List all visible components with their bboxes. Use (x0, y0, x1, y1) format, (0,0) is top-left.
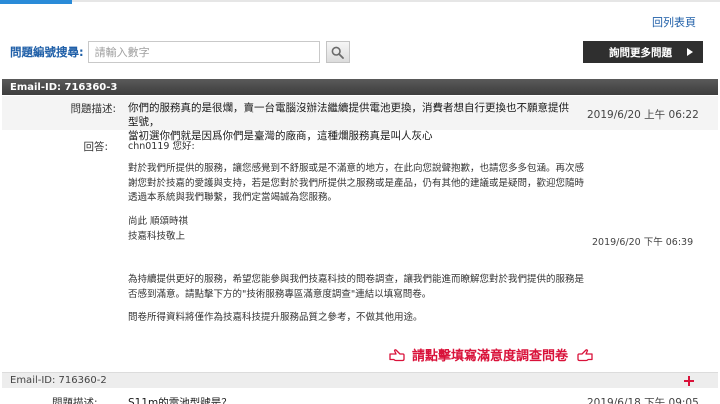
search-button[interactable] (325, 41, 350, 63)
search-label: 問題編號搜尋: (10, 45, 84, 59)
email-id-label: Email-ID: 716360-2 (10, 375, 107, 386)
survey-link[interactable]: 請點擊填寫滿意度調查問卷 (388, 345, 594, 364)
survey-link-label: 請點擊填寫滿意度調查問卷 (412, 349, 569, 364)
question-label: 問題描述: (70, 103, 116, 115)
expand-plus-icon[interactable] (684, 376, 694, 386)
survey-line: 否感到滿意。請點擊下方的"技術服務專區滿意度調查"連結以填寫問卷。 (128, 288, 432, 300)
ask-more-button[interactable]: 詢問更多問題 (583, 41, 703, 63)
answer-label: 回答: (83, 141, 108, 153)
search-bar: 問題編號搜尋: (10, 40, 350, 64)
signoff-line: 技嘉科技敬上 (128, 230, 186, 242)
answer-timestamp: 2019/6/20 下午 06:39 (592, 237, 694, 248)
question-text: 你們的服務真的是很爛，賣一台電腦沒辦法繼續提供電池更換，消費者想自行更換也不願意… (128, 101, 578, 143)
question-timestamp: 2019/6/20 上午 06:22 (587, 109, 699, 121)
answer-line: 透過本系統與我們聯繫，我們定當竭誠為您服務。 (128, 192, 338, 203)
answer-paragraph: 對於我們所提供的服務，讓您感覺到不舒服或是不滿意的地方，在此向您說聲抱歉，也請您… (128, 162, 598, 206)
survey-note: 問卷所得資料將僅作為技嘉科技提升服務品質之參考，不做其他用途。 (128, 312, 423, 323)
email-id-bar: Email-ID: 716360-3 (2, 79, 718, 95)
magnifier-icon (331, 46, 345, 59)
search-input[interactable] (87, 41, 320, 63)
back-to-list-link[interactable]: 回列表頁 (652, 14, 696, 30)
question-timestamp: 2019/6/18 下午 09:05 (587, 397, 699, 404)
survey-invite-paragraph: 為持續提供更好的服務，希望您能參與我們技嘉科技的問卷調查，讓我們能進而瞭解您對於… (128, 273, 598, 302)
pointing-hand-left-icon (576, 347, 594, 363)
survey-line: 為持續提供更好的服務，希望您能參與我們技嘉科技的問卷調查，讓我們能進而瞭解您對於… (128, 274, 585, 285)
top-accent-bar (0, 0, 72, 4)
email-id-label: Email-ID: 716360-3 (10, 81, 118, 93)
question-label: 問題描述: (52, 397, 98, 404)
answer-greeting: chn0119 您好: (128, 141, 195, 152)
signoff-line: 尚此 順頌時祺 (128, 216, 189, 227)
question-text: S11m的電池型號是？ (128, 397, 232, 404)
answer-signoff: 尚此 順頌時祺 技嘉科技敬上 (128, 215, 598, 244)
pointing-hand-icon (388, 347, 406, 363)
answer-line: 謝您對於技嘉的愛護與支持，若是您對於我們所提供之服務或是產品，仍有其他的建議或是… (128, 177, 585, 189)
answer-line: 對於我們所提供的服務，讓您感覺到不舒服或是不滿意的地方，在此向您說聲抱歉，也請您… (128, 163, 585, 174)
email-id-bar[interactable]: Email-ID: 716360-2 (2, 372, 718, 388)
top-divider (72, 0, 720, 2)
play-arrow-icon (687, 48, 693, 56)
question-line: 你們的服務真的是很爛，賣一台電腦沒辦法繼續提供電池更換，消費者想自行更換也不願意… (128, 102, 569, 128)
ask-more-label: 詢問更多問題 (609, 46, 672, 59)
